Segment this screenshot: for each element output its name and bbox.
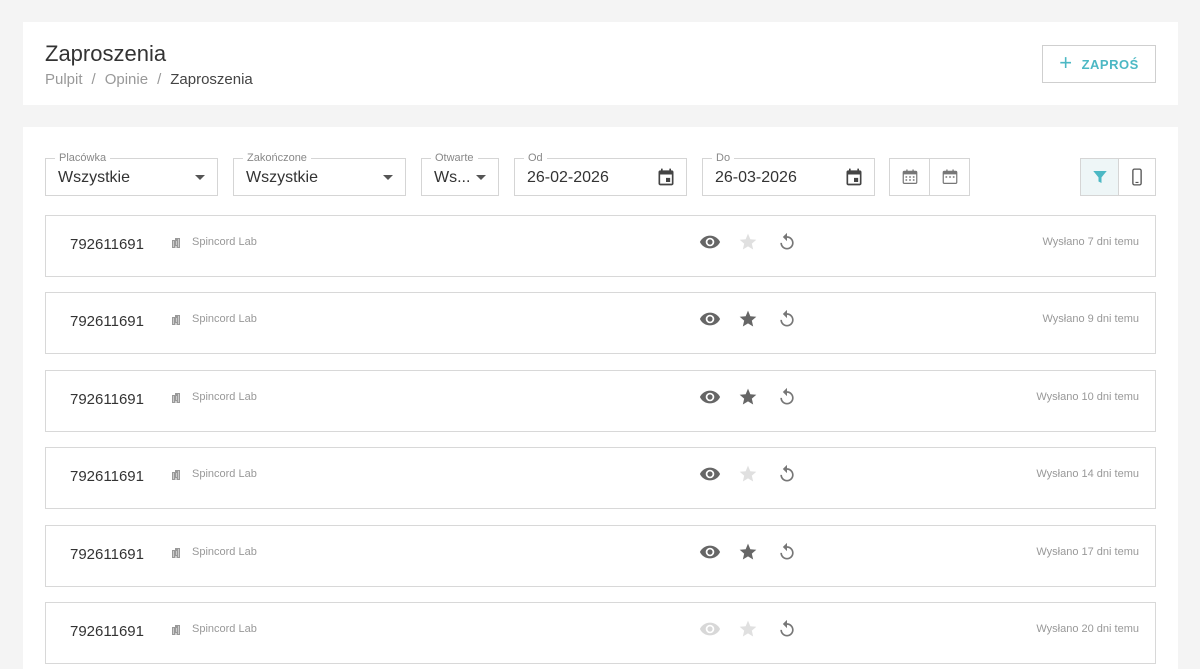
invitation-location: Spincord Lab [192,313,257,325]
eye-icon[interactable] [699,234,721,250]
calendar-icon [942,169,957,184]
star-icon[interactable] [738,619,758,639]
eye-icon[interactable] [699,621,721,637]
star-icon[interactable] [738,542,758,562]
chevron-down-icon [383,175,393,180]
invitation-sent-time: Wysłano 17 dni temu [1036,546,1139,558]
zakonczone-label: Zakończone [243,151,311,165]
calendar-icon[interactable] [656,167,676,187]
star-icon[interactable] [738,387,758,407]
chevron-down-icon [195,175,205,180]
date-to-label: Do [712,151,735,165]
invitation-row[interactable]: 792611691 Spincord Lab Wysłano 17 dni te… [45,525,1156,587]
otwarte-select[interactable]: Otwarte Ws... [421,151,499,196]
invitation-location: Spincord Lab [192,236,257,248]
breadcrumb-opinie[interactable]: Opinie [105,71,148,88]
invitation-row[interactable]: 792611691 Spincord Lab Wysłano 10 dni te… [45,370,1156,432]
invitation-row[interactable]: 792611691 Spincord Lab Wysłano 9 dni tem… [45,292,1156,354]
chevron-down-icon [476,175,486,180]
calendar-range-button[interactable] [889,158,930,196]
invitation-sent-time: Wysłano 10 dni temu [1036,391,1139,403]
eye-icon[interactable] [699,311,721,327]
date-to-field[interactable]: Do 26-03-2026 [702,151,875,196]
building-icon [172,625,180,635]
star-icon[interactable] [738,309,758,329]
invitation-phone: 792611691 [70,313,144,330]
breadcrumb-separator: / [91,71,96,88]
breadcrumb: Pulpit / Opinie / Zaproszenia [45,71,253,88]
date-from-field[interactable]: Od 26-02-2026 [514,151,687,196]
resend-icon[interactable] [777,618,797,640]
breadcrumb-separator: / [157,71,162,88]
breadcrumb-pulpit[interactable]: Pulpit [45,71,83,88]
zakonczone-select[interactable]: Zakończone Wszystkie [233,151,406,196]
star-icon[interactable] [738,232,758,252]
resend-icon[interactable] [777,541,797,563]
page-title: Zaproszenia [45,41,167,66]
invitation-sent-time: Wysłano 9 dni temu [1042,313,1139,325]
resend-icon[interactable] [777,308,797,330]
placowka-value: Wszystkie [58,169,130,186]
filter-icon [1092,171,1107,183]
building-icon [172,393,180,403]
building-icon [172,470,180,480]
invitation-location: Spincord Lab [192,391,257,403]
eye-icon[interactable] [699,466,721,482]
zakonczone-value: Wszystkie [246,169,318,186]
mobile-icon [1132,168,1142,186]
building-icon [172,548,180,558]
invitation-location: Spincord Lab [192,623,257,635]
date-from-value: 26-02-2026 [527,169,609,186]
invite-button[interactable]: + ZAPROŚ [1042,45,1156,83]
invitation-row[interactable]: 792611691 Spincord Lab Wysłano 20 dni te… [45,602,1156,664]
resend-icon[interactable] [777,231,797,253]
calendar-button[interactable] [929,158,970,196]
building-icon [172,315,180,325]
invitation-phone: 792611691 [70,468,144,485]
invitation-phone: 792611691 [70,236,144,253]
filter-button[interactable] [1080,158,1119,196]
resend-icon[interactable] [777,386,797,408]
invitation-location: Spincord Lab [192,468,257,480]
calendar-range-icon [902,169,917,184]
star-icon[interactable] [738,464,758,484]
eye-icon[interactable] [699,544,721,560]
eye-icon[interactable] [699,389,721,405]
date-to-value: 26-03-2026 [715,169,797,186]
invitation-location: Spincord Lab [192,546,257,558]
invitation-row[interactable]: 792611691 Spincord Lab Wysłano 14 dni te… [45,447,1156,509]
invitation-sent-time: Wysłano 20 dni temu [1036,623,1139,635]
plus-icon: + [1059,50,1073,75]
date-from-label: Od [524,151,547,165]
mobile-view-button[interactable] [1118,158,1156,196]
invitation-phone: 792611691 [70,391,144,408]
otwarte-label: Otwarte [431,151,478,165]
calendar-icon[interactable] [844,167,864,187]
invitation-phone: 792611691 [70,623,144,640]
invitation-sent-time: Wysłano 14 dni temu [1036,468,1139,480]
breadcrumb-current: Zaproszenia [170,71,253,88]
page-header: Zaproszenia Pulpit / Opinie / Zaproszeni… [23,22,1178,105]
building-icon [172,238,180,248]
invitations-panel: Placówka Wszystkie Zakończone Wszystkie … [23,127,1178,669]
invite-button-label: ZAPROŚ [1081,56,1139,72]
placowka-select[interactable]: Placówka Wszystkie [45,151,218,196]
resend-icon[interactable] [777,463,797,485]
invitation-row[interactable]: 792611691 Spincord Lab Wysłano 7 dni tem… [45,215,1156,277]
otwarte-value: Ws... [434,169,471,186]
placowka-label: Placówka [55,151,111,165]
invitation-sent-time: Wysłano 7 dni temu [1042,236,1139,248]
invitation-phone: 792611691 [70,546,144,563]
